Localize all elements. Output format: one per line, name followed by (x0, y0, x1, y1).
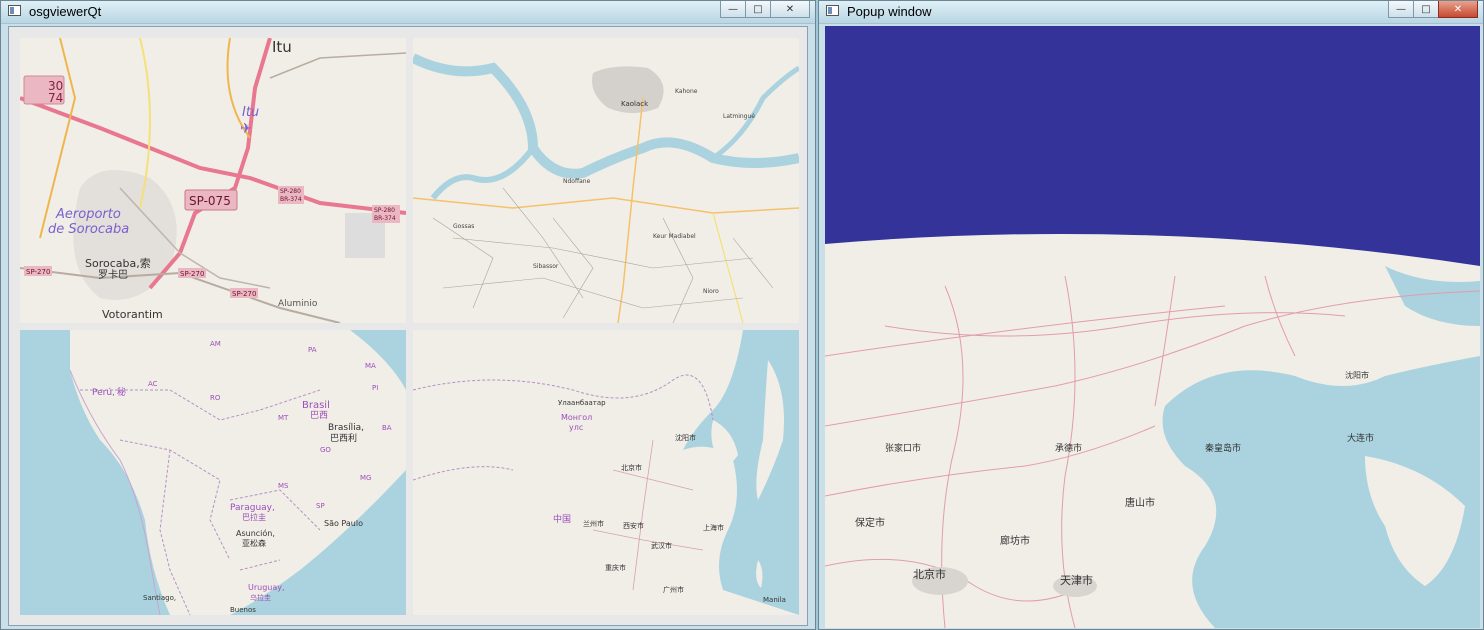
label-santiago: Santiago, (143, 594, 176, 602)
main-window-controls: — □ ✕ (720, 1, 810, 19)
label-votorantim: Votorantim (102, 308, 163, 321)
main-window-title: osgviewerQt (29, 4, 102, 19)
view-sorocaba-map[interactable]: 30 74 Itu Itu ✈ Aeroporto de Sorocaba SP… (20, 38, 406, 323)
label-br374-b: BR-374 (374, 215, 396, 222)
label-uruguay-cn: 乌拉圭 (250, 593, 271, 602)
globe-city-6: 保定市 (855, 516, 885, 529)
label-airport-2: de Sorocaba (48, 222, 129, 237)
view-kaolack-map[interactable]: Kaolack Kahone Ndoffane Latmingué Gossas… (413, 38, 799, 323)
label-state-ac: AC (148, 380, 158, 388)
label-state-mg: MG (360, 474, 371, 482)
label-state-pi: PI (372, 384, 378, 392)
label-peru: Perú, (92, 388, 115, 398)
label-aluminio: Aluminio (278, 299, 318, 309)
label-br374: BR-374 (280, 196, 302, 203)
label-mongolia-3: улс (569, 423, 583, 432)
main-titlebar[interactable]: osgviewerQt — □ ✕ (1, 1, 815, 24)
minimize-button[interactable]: — (720, 1, 746, 18)
label-wuhan: 武汉市 (651, 541, 672, 550)
close-button[interactable]: ✕ (770, 1, 810, 18)
view-east-asia-map[interactable]: Улаанбаатар Монгол улс 中国 北京市 沈阳市 西安市 兰州… (413, 330, 799, 615)
globe-city-1: 北京市 (913, 567, 946, 581)
popup-window-title: Popup window (847, 4, 932, 19)
label-sp270-a: SP-270 (26, 268, 50, 276)
osgviewerqt-window: osgviewerQt — □ ✕ 30 74 Itu Itu ✈ Aeropo… (0, 0, 816, 630)
label-paraguay-cn: 巴拉圭 (242, 512, 266, 522)
label-paraguay: Paraguay, (230, 503, 275, 513)
label-sorocaba: Sorocaba,索 (85, 256, 151, 270)
label-lanzhou: 兰州市 (583, 519, 604, 528)
label-brasil: Brasil (302, 400, 330, 411)
popup-minimize-button[interactable]: — (1388, 1, 1414, 18)
globe-city-8: 秦皇岛市 (1205, 442, 1241, 454)
airplane-icon: ✈ (240, 121, 252, 137)
globe-city-5: 唐山市 (1125, 496, 1155, 509)
label-place-6: Keur Madiabel (653, 233, 696, 240)
maximize-button[interactable]: □ (745, 1, 771, 18)
label-brasilia-cn: 巴西利 (330, 432, 357, 444)
label-manila: Manila (763, 596, 786, 604)
globe-city-9: 承德市 (1055, 442, 1082, 454)
viewer-grid: 30 74 Itu Itu ✈ Aeroporto de Sorocaba SP… (8, 26, 808, 626)
label-sp270-b: SP-270 (180, 270, 204, 278)
label-brasil-cn: 巴西 (310, 410, 328, 421)
label-state-pa: PA (308, 346, 317, 354)
badge-top-line2: 74 (48, 91, 63, 105)
label-state-ro: RO (210, 394, 221, 402)
globe-city-3: 大连市 (1347, 432, 1374, 444)
globe-city-2: 天津市 (1060, 573, 1093, 587)
globe-3d-view[interactable]: 北京市 天津市 大连市 沈阳市 唐山市 保定市 廊坊市 秦皇岛市 承德市 张家口… (825, 26, 1480, 628)
popup-close-button[interactable]: ✕ (1438, 1, 1478, 18)
app-window-icon (8, 5, 21, 16)
label-airport-1: Aeroporto (55, 207, 121, 222)
label-sorocaba-cn: 罗卡巴 (98, 268, 128, 281)
globe-city-10: 张家口市 (885, 442, 921, 454)
label-sp270-c: SP-270 (232, 290, 256, 298)
label-state-ms: MS (278, 482, 289, 490)
label-state-am: AM (210, 340, 221, 348)
label-shenyang: 沈阳市 (675, 433, 696, 442)
popup-titlebar[interactable]: Popup window — □ ✕ (819, 1, 1483, 24)
popup-maximize-button[interactable]: □ (1413, 1, 1439, 18)
label-place-7: Nioro (703, 288, 719, 295)
label-uruguay: Uruguay, (248, 583, 285, 592)
label-peru-cn: 秘 (117, 386, 126, 398)
label-buenos-aires: Buenos (230, 606, 256, 614)
popup-window-icon (826, 5, 839, 16)
label-asuncion: Asunción, (236, 528, 275, 538)
label-place-4: Gossas (453, 223, 474, 230)
label-sp075: SP-075 (189, 194, 231, 208)
label-state-ma: MA (365, 362, 376, 370)
view-south-america-map[interactable]: Perú, 秘 Brasil 巴西 Brasília, 巴西利 Paraguay… (20, 330, 406, 615)
label-sp280-b: SP-280 (374, 207, 395, 214)
sorocaba-land (20, 38, 406, 323)
popup-window: Popup window — □ ✕ 北京市 天津市 大连市 沈阳市 唐山市 保… (818, 0, 1484, 630)
label-sao-paulo: São Paulo (324, 519, 363, 528)
label-place-1: Kahone (675, 88, 698, 95)
label-mongolia-1: Улаанбаатар (558, 399, 606, 407)
globe-city-7: 廊坊市 (1000, 534, 1030, 547)
label-beijing: 北京市 (621, 463, 642, 472)
label-mongolia-2: Монгол (561, 413, 592, 422)
label-state-sp: SP (316, 502, 325, 510)
label-shanghai: 上海市 (703, 523, 724, 532)
label-china: 中国 (553, 513, 571, 525)
popup-window-controls: — □ ✕ (1388, 1, 1478, 19)
label-itu-city: Itu (272, 38, 292, 56)
label-kaolack: Kaolack (621, 100, 649, 108)
label-state-ba: BA (382, 424, 392, 432)
label-itu-airport: Itu (242, 105, 259, 120)
label-state-go: GO (320, 446, 331, 454)
label-asuncion-cn: 亚松森 (242, 538, 266, 548)
label-xian: 西安市 (623, 521, 644, 530)
label-place-3: Latmingué (723, 113, 755, 120)
label-brasilia: Brasília, (328, 423, 364, 433)
label-sp280: SP-280 (280, 188, 301, 195)
label-place-5: Sibassor (533, 263, 559, 270)
globe-city-4: 沈阳市 (1345, 370, 1369, 380)
label-state-mt: MT (278, 414, 289, 422)
label-place-2: Ndoffane (563, 178, 591, 185)
label-guangzhou: 广州市 (663, 585, 684, 594)
label-chongqing: 重庆市 (605, 563, 626, 572)
